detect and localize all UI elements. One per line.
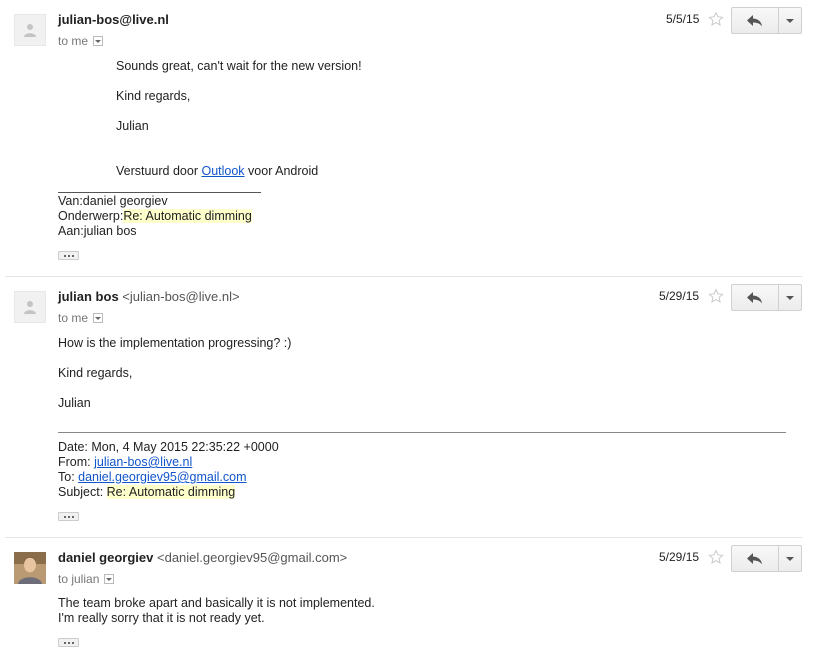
body-line: Kind regards, [116,89,191,103]
body-line: The team broke apart and basically it is… [58,596,375,610]
body-line: Kind regards, [58,366,133,380]
profile-photo [14,552,46,584]
sender-email: <daniel.georgiev95@gmail.com> [157,550,348,565]
show-trimmed-content-button[interactable] [58,638,79,647]
quoted-date-line: Date: Mon, 4 May 2015 22:35:22 +0000 [58,440,279,454]
outlook-link[interactable]: Outlook [201,164,244,178]
body-line: Julian [116,119,149,133]
to-email-link[interactable]: daniel.georgiev95@gmail.com [78,470,246,484]
email-message-2: julian bos <julian-bos@live.nl> to me 5/… [0,277,813,537]
chevron-down-icon [786,295,794,300]
sent-suffix: voor Android [244,164,319,178]
quoted-to-line: To: daniel.georgiev95@gmail.com [58,470,247,485]
body-line: Sounds great, can't wait for the new ver… [116,59,362,73]
sender-name[interactable]: julian bos [58,289,119,304]
reply-button[interactable] [731,284,779,311]
more-options-button[interactable] [778,545,802,572]
to-label: To: [58,470,79,484]
reply-button[interactable] [731,545,779,572]
body-line: Julian [58,396,91,410]
sender[interactable]: daniel georgiev <daniel.georgiev95@gmail… [58,550,347,565]
sender-name[interactable]: daniel georgiev [58,550,153,565]
default-person-icon [24,24,36,37]
van-value: daniel georgiev [82,194,168,208]
sender-name[interactable]: julian-bos@live.nl [58,12,169,27]
ellipsis-icon [63,515,66,518]
subject-value: Re: Automatic dimming [106,485,236,499]
from-email-link[interactable]: julian-bos@live.nl [94,455,192,469]
recipient-line[interactable]: to me [58,34,104,48]
onderwerp-value: Re: Automatic dimming [123,209,252,223]
reply-icon [747,14,762,26]
quoted-from-line: From: julian-bos@live.nl [58,455,192,470]
recipient-details-dropdown[interactable] [104,574,115,584]
default-person-icon [24,301,36,314]
star-icon[interactable] [708,288,724,304]
subject-label: Subject: [58,485,107,499]
from-label: From: [58,455,95,469]
message-date[interactable]: 5/29/15 [659,550,699,564]
recipient-label: to me [58,34,89,48]
quoted-subject-line: Subject: Re: Automatic dimming [58,485,236,500]
chevron-down-icon [786,556,794,561]
sender[interactable]: julian bos <julian-bos@live.nl> [58,289,240,304]
chevron-down-icon [786,18,794,23]
show-trimmed-content-button[interactable] [58,512,79,521]
star-icon[interactable] [708,549,724,565]
sender-email: <julian-bos@live.nl> [122,289,240,304]
show-trimmed-content-button[interactable] [58,251,79,260]
message-date[interactable]: 5/5/15 [666,12,699,26]
aan-label: Aan: [58,224,84,238]
recipient-details-dropdown[interactable] [93,36,104,46]
avatar[interactable] [14,291,46,323]
ellipsis-icon [63,254,66,257]
email-message-1: julian-bos@live.nl to me 5/5/15 Sounds g… [0,0,813,275]
recipient-details-dropdown[interactable] [93,313,104,323]
ellipsis-icon [63,641,66,644]
more-options-button[interactable] [778,7,802,34]
avatar[interactable] [14,14,46,46]
recipient-label: to julian [58,572,100,586]
van-label: Van: [58,194,83,208]
email-message-3: daniel georgiev <daniel.georgiev95@gmail… [0,538,813,659]
recipient-line[interactable]: to me [58,311,104,325]
message-date[interactable]: 5/29/15 [659,289,699,303]
quote-separator [58,432,786,433]
body-line: How is the implementation progressing? :… [58,336,292,350]
recipient-line[interactable]: to julian [58,572,115,586]
quoted-from-line: Van:daniel georgiev [58,194,168,209]
sender[interactable]: julian-bos@live.nl [58,12,169,27]
avatar[interactable] [14,552,46,584]
more-options-button[interactable] [778,284,802,311]
reply-icon [747,552,762,564]
quoted-to-line: Aan:julian bos [58,224,137,239]
sent-prefix: Verstuurd door [116,164,202,178]
onderwerp-label: Onderwerp: [58,209,124,223]
aan-value: julian bos [83,224,137,238]
sent-from-line: Verstuurd door Outlook voor Android [116,164,318,179]
reply-icon [747,291,762,303]
quoted-subject-line: Onderwerp:Re: Automatic dimming [58,209,252,224]
quote-separator [58,192,261,193]
body-line: I'm really sorry that it is not ready ye… [58,611,265,625]
recipient-label: to me [58,311,89,325]
star-icon[interactable] [708,11,724,27]
reply-button[interactable] [731,7,779,34]
